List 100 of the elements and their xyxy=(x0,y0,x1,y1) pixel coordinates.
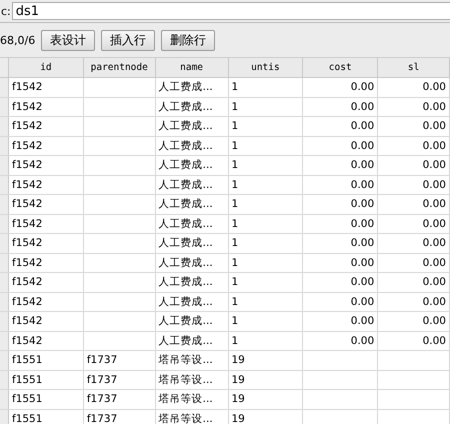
table-cell: 0.00 xyxy=(350,276,374,288)
table-cell: f1737 xyxy=(86,412,118,424)
row-header[interactable] xyxy=(0,98,9,116)
table-cell: 人工费成... xyxy=(158,197,213,212)
table-cell: f1542 xyxy=(12,198,42,210)
table-cell: 0.00 xyxy=(422,140,446,152)
table-cell: 1 xyxy=(232,120,238,132)
table-cell: 0.00 xyxy=(350,256,374,269)
toolbar-button[interactable]: 插入行 xyxy=(101,30,156,50)
table-cell: f1551 xyxy=(12,354,42,366)
row-header[interactable] xyxy=(0,176,9,194)
table-cell: 0.00 xyxy=(422,178,446,191)
table-cell: 0.00 xyxy=(350,198,374,210)
table-cell: f1737 xyxy=(86,393,118,406)
table-cell: 0.00 xyxy=(422,315,446,328)
column-header[interactable]: sl xyxy=(378,58,450,77)
table-cell: 人工费成... xyxy=(158,100,213,114)
table-cell: 0.00 xyxy=(350,315,374,328)
row-header[interactable] xyxy=(0,370,9,389)
table-cell: 0.00 xyxy=(422,159,446,172)
table-cell: 0.00 xyxy=(422,100,446,113)
table-cell: f1737 xyxy=(86,374,118,386)
table-cell: 0.00 xyxy=(422,218,446,230)
row-header[interactable] xyxy=(0,273,9,292)
table-cell: 人工费成... xyxy=(158,216,213,231)
column-header[interactable]: cost xyxy=(303,58,378,77)
table-cell: 0.00 xyxy=(422,296,446,308)
source-field[interactable]: ds1 xyxy=(12,2,450,20)
row-header[interactable] xyxy=(0,214,9,233)
toolbar-button[interactable]: 删除行 xyxy=(161,30,216,50)
table-cell: f1551 xyxy=(12,374,42,386)
table-cell: 0.00 xyxy=(350,81,374,94)
table-cell: 0.00 xyxy=(350,120,374,132)
table-cell: 0.00 xyxy=(422,198,446,210)
table-cell: 1 xyxy=(232,276,238,288)
table-cell: 19 xyxy=(232,393,245,406)
column-header[interactable]: untis xyxy=(228,58,304,77)
table-cell: 0.00 xyxy=(422,81,446,94)
table-cell: 人工费成... xyxy=(158,314,213,328)
table-cell: 0.00 xyxy=(422,276,446,288)
row-header[interactable] xyxy=(0,234,9,252)
table-cell: 0.00 xyxy=(350,178,374,191)
table-cell: f1542 xyxy=(12,218,42,230)
row-header[interactable] xyxy=(0,156,9,174)
table-cell: f1542 xyxy=(12,256,42,269)
table-cell: 塔吊等设... xyxy=(158,412,213,424)
row-header[interactable] xyxy=(0,195,9,214)
table-cell: f1542 xyxy=(12,237,42,250)
row-header[interactable] xyxy=(0,292,9,311)
row-header[interactable] xyxy=(0,332,9,350)
table-cell: 1 xyxy=(232,198,238,210)
table-cell: 0.00 xyxy=(422,120,446,132)
row-header[interactable] xyxy=(0,254,9,272)
table-cell: 1 xyxy=(232,81,238,94)
table-cell: f1542 xyxy=(12,334,42,347)
table-cell: 塔吊等设... xyxy=(158,372,213,387)
toolbar-button[interactable]: 表设计 xyxy=(41,30,96,50)
table-cell: 人工费成... xyxy=(158,178,213,192)
table-cell: f1551 xyxy=(12,393,42,406)
table-cell: f1542 xyxy=(12,120,42,132)
table-cell: 1 xyxy=(232,218,238,230)
table-cell: 人工费成... xyxy=(158,236,213,250)
table-cell: 1 xyxy=(232,140,238,152)
row-header[interactable] xyxy=(0,390,9,408)
table-cell: 人工费成... xyxy=(158,334,213,348)
table-cell: 1 xyxy=(232,237,238,250)
table-cell: f1542 xyxy=(12,276,42,288)
table-cell: f1542 xyxy=(12,296,42,308)
table-cell: 0.00 xyxy=(350,100,374,113)
table-cell: 0.00 xyxy=(350,334,374,347)
table-cell: 19 xyxy=(232,412,245,424)
table-cell: 人工费成... xyxy=(158,158,213,172)
column-header[interactable]: parentnode xyxy=(84,58,156,77)
table-cell: 1 xyxy=(232,100,238,113)
table-cell: 0.00 xyxy=(422,237,446,250)
column-header[interactable]: name xyxy=(156,58,228,77)
source-label: c: xyxy=(0,4,12,18)
table-cell: 0.00 xyxy=(350,296,374,308)
row-header[interactable] xyxy=(0,117,9,136)
table-cell: 1 xyxy=(232,159,238,172)
table-cell: 人工费成... xyxy=(158,119,213,134)
table-cell: f1542 xyxy=(12,100,42,113)
table-cell: 人工费成... xyxy=(158,256,213,270)
row-header[interactable] xyxy=(0,136,9,155)
table-cell: 1 xyxy=(232,178,238,191)
table-cell: 人工费成... xyxy=(158,138,213,153)
row-header[interactable] xyxy=(0,351,9,370)
row-header[interactable] xyxy=(0,410,9,424)
table-cell: 1 xyxy=(232,334,238,347)
status-text: 68,0/6 xyxy=(0,34,36,46)
column-header[interactable]: id xyxy=(9,58,84,77)
table-cell: f1551 xyxy=(12,412,42,424)
table-cell: 人工费成... xyxy=(158,275,213,290)
table-cell: 人工费成... xyxy=(158,80,213,94)
table-cell: 1 xyxy=(232,296,238,308)
table-cell: f1542 xyxy=(12,178,42,191)
row-header[interactable] xyxy=(0,312,9,330)
table-cell: f1542 xyxy=(12,159,42,172)
table-cell: 1 xyxy=(232,256,238,269)
row-header[interactable] xyxy=(0,78,9,96)
